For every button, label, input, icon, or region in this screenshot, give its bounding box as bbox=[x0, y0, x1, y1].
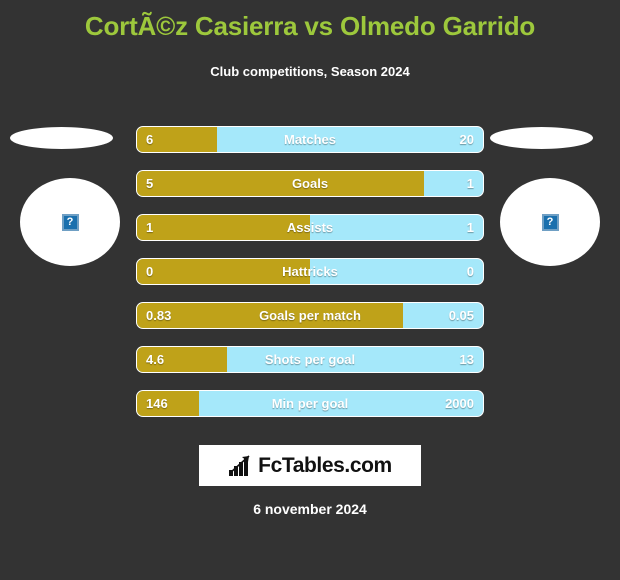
stat-value-right: 0 bbox=[466, 264, 474, 279]
stat-value-right: 20 bbox=[459, 132, 474, 147]
stat-value-right: 0.05 bbox=[448, 308, 474, 323]
site-logo: FcTables.com bbox=[199, 445, 421, 486]
stat-bar-row: 146 Min per goal 2000 bbox=[136, 390, 484, 417]
stat-label: Hattricks bbox=[282, 264, 338, 279]
generated-date: 6 november 2024 bbox=[253, 501, 367, 517]
stat-bar-row: 5 Goals 1 bbox=[136, 170, 484, 197]
stat-label: Min per goal bbox=[271, 396, 349, 411]
player-right-photo-top-ellipse bbox=[490, 127, 593, 149]
player-right-photo: ? bbox=[490, 118, 620, 268]
stat-comparison-page: CortÃ©z Casierra vs Olmedo Garrido Club … bbox=[0, 0, 620, 580]
player-right-photo-main-ellipse: ? bbox=[500, 178, 600, 266]
stat-bar-row: 6 Matches 20 bbox=[136, 126, 484, 153]
player-left-photo-top-ellipse bbox=[10, 127, 113, 149]
broken-image-icon: ? bbox=[61, 213, 79, 231]
stat-bar-row: 1 Assists 1 bbox=[136, 214, 484, 241]
stat-value-right: 13 bbox=[459, 352, 474, 367]
stat-label: Goals bbox=[291, 176, 329, 191]
stat-value-right: 2000 bbox=[445, 396, 474, 411]
player-left-photo-main-ellipse: ? bbox=[20, 178, 120, 266]
page-title: CortÃ©z Casierra vs Olmedo Garrido bbox=[84, 11, 536, 41]
stat-bar-row: 0 Hattricks 0 bbox=[136, 258, 484, 285]
broken-image-icon: ? bbox=[541, 213, 559, 231]
stat-bar-row: 0.83 Goals per match 0.05 bbox=[136, 302, 484, 329]
stat-value-right: 1 bbox=[466, 176, 474, 191]
stat-bar-row: 4.6 Shots per goal 13 bbox=[136, 346, 484, 373]
stat-label: Assists bbox=[286, 220, 334, 235]
stat-label: Matches bbox=[283, 132, 337, 147]
page-subtitle: Club competitions, Season 2024 bbox=[210, 64, 410, 79]
bar-chart-arrow-icon bbox=[229, 454, 250, 476]
stat-value-right: 1 bbox=[466, 220, 474, 235]
player-left-photo: ? bbox=[0, 118, 130, 268]
site-logo-text: FcTables.com bbox=[258, 453, 392, 477]
stat-bars-list: 6 Matches 20 5 Goals 1 1 Assists 1 0 Hattricks 0 0.8… bbox=[136, 126, 484, 434]
stat-label: Shots per goal bbox=[264, 352, 356, 367]
stat-label: Goals per match bbox=[259, 308, 361, 323]
